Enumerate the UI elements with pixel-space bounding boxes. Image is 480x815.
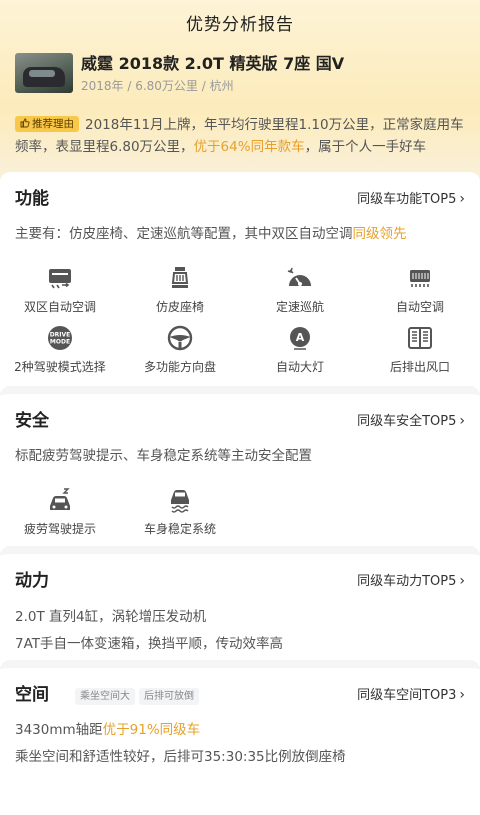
space-tag: 后排可放倒 [139,688,199,705]
power-header: 动力 同级车动力TOP5 › [15,566,465,591]
chevron-right-icon: › [459,687,465,703]
safety-top5-link[interactable]: 同级车安全TOP5 › [357,410,465,429]
page-title: 优势分析报告 [186,15,294,35]
car-thumbnail [15,53,73,93]
auto-ac-icon [406,264,434,292]
function-title: 功能 [15,189,49,209]
safety-header: 安全 同级车安全TOP5 › [15,406,465,431]
feature-leather-seat[interactable]: 仿皮座椅 [120,264,240,322]
rear-vent-icon [406,324,434,352]
feature-stability-control[interactable]: 车身稳定系统 [120,486,240,544]
svg-text:MODE: MODE [50,339,70,346]
safety-title: 安全 [15,411,49,431]
leather-seat-icon [166,264,194,292]
auto-headlight-icon: A [286,324,314,352]
car-meta: 2018年 / 6.80万公里 / 杭州 [81,79,234,93]
feature-fatigue-alert[interactable]: 疲劳驾驶提示 [0,486,120,544]
svg-text:A: A [296,331,305,344]
cruise-control-icon [286,264,314,292]
safety-desc: 标配疲劳驾驶提示、车身稳定系统等主动安全配置 [15,448,312,464]
space-top3-link[interactable]: 同级车空间TOP3 › [357,684,465,703]
power-gearbox-desc: 7AT手自一体变速箱，换挡平顺，传动效率高 [15,636,284,652]
space-comfort-desc: 乘坐空间和舒适性较好，后排可35:30:35比例放倒座椅 [15,749,346,765]
feature-cruise-control[interactable]: 定速巡航 [240,264,360,322]
feature-drive-mode[interactable]: DRIVE MODE 2种驾驶模式选择 [0,324,120,382]
power-title: 动力 [15,571,49,591]
function-header: 功能 同级车功能TOP5 › [15,184,465,209]
space-card: 空间 乘坐空间大 后排可放倒 同级车空间TOP3 › 3430mm轴距优于91%同级… [0,660,480,815]
recommend-reason: 推荐理由 2018年11月上牌，年平均行驶里程1.10万公里，正常家庭用车频率，… [15,116,464,155]
space-header: 空间 乘坐空间大 后排可放倒 同级车空间TOP3 › [15,680,465,705]
car-summary[interactable]: 威霆 2018款 2.0T 精英版 7座 国V 2018年 / 6.80万公里 … [15,50,465,94]
drive-mode-icon: DRIVE MODE [46,324,74,352]
thumbs-up-icon [20,118,30,128]
chevron-right-icon: › [459,413,465,429]
stability-control-icon [166,486,194,514]
svg-text:DRIVE: DRIVE [50,332,71,339]
feature-auto-headlight[interactable]: A 自动大灯 [240,324,360,382]
function-top5-link[interactable]: 同级车功能TOP5 › [357,188,465,207]
steering-wheel-icon [166,324,194,352]
chevron-right-icon: › [459,191,465,207]
power-engine-desc: 2.0T 直列4缸，涡轮增压发动机 [15,609,207,625]
safety-card: 安全 同级车安全TOP5 › 标配疲劳驾驶提示、车身稳定系统等主动安全配置 疲劳驾… [0,386,480,546]
dual-zone-ac-icon [46,264,74,292]
fatigue-alert-icon [46,486,74,514]
feature-rear-vent[interactable]: 后排出风口 [360,324,480,382]
power-card: 动力 同级车动力TOP5 › 2.0T 直列4缸，涡轮增压发动机 7AT手自一体变… [0,546,480,660]
space-tag: 乘坐空间大 [75,688,135,705]
chevron-right-icon: › [459,573,465,589]
recommend-badge: 推荐理由 [15,116,79,132]
feature-dual-zone-ac[interactable]: 双区自动空调 [0,264,120,322]
function-card: 功能 同级车功能TOP5 › 主要有：仿皮座椅、定速巡航等配置，其中双区自动空调同… [0,172,480,386]
space-title: 空间 [15,685,49,705]
feature-steering-wheel[interactable]: 多功能方向盘 [120,324,240,382]
power-top5-link[interactable]: 同级车动力TOP5 › [357,570,465,589]
space-tags: 乘坐空间大 后排可放倒 [75,684,203,705]
space-wheelbase-desc: 3430mm轴距优于91%同级车 [15,722,201,738]
function-desc: 主要有：仿皮座椅、定速巡航等配置，其中双区自动空调同级领先 [15,226,407,242]
feature-auto-ac[interactable]: 自动空调 [360,264,480,322]
car-name: 威霆 2018款 2.0T 精英版 7座 国V [81,54,345,73]
